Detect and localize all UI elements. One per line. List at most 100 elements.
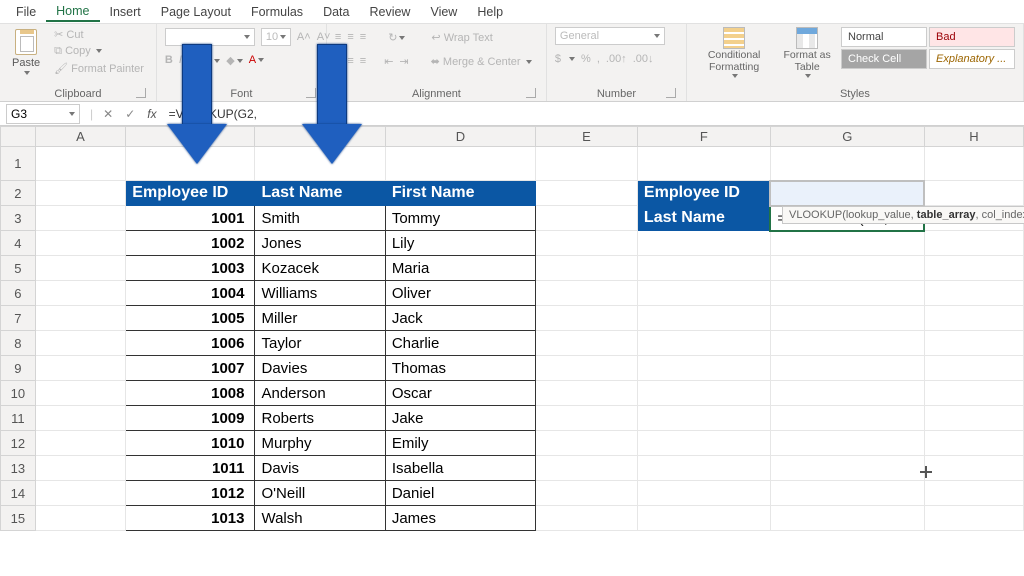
col-G[interactable]: G [770, 127, 924, 147]
number-format-select[interactable]: General [555, 27, 665, 45]
style-normal[interactable]: Normal [841, 27, 927, 47]
cell-C14[interactable]: O'Neill [255, 481, 385, 506]
cell-C10[interactable]: Anderson [255, 381, 385, 406]
cell-G12[interactable] [770, 431, 924, 456]
spreadsheet-grid[interactable]: A B C D E F G H 12Employee IDLast NameFi… [0, 126, 1024, 576]
cell-E4[interactable] [536, 231, 638, 256]
copy-button[interactable]: ⧉ Copy [50, 44, 148, 59]
row-header-6[interactable]: 6 [1, 281, 36, 306]
row-header-5[interactable]: 5 [1, 256, 36, 281]
cell-D5[interactable]: Maria [385, 256, 535, 281]
cell-E10[interactable] [536, 381, 638, 406]
cell-H12[interactable] [924, 431, 1023, 456]
paste-button[interactable]: Paste [8, 27, 44, 77]
cell-B7[interactable]: 1005 [126, 306, 255, 331]
cell-H5[interactable] [924, 256, 1023, 281]
cell-C2[interactable]: Last Name [255, 181, 385, 206]
bold-button[interactable]: B [165, 54, 173, 66]
orientation-icon[interactable]: ↻ [388, 31, 405, 44]
cell-A6[interactable] [35, 281, 126, 306]
cell-E9[interactable] [536, 356, 638, 381]
cell-F15[interactable] [637, 506, 770, 531]
cell-A7[interactable] [35, 306, 126, 331]
col-F[interactable]: F [637, 127, 770, 147]
cell-G10[interactable] [770, 381, 924, 406]
cell-E11[interactable] [536, 406, 638, 431]
format-as-table-button[interactable]: Format as Table [779, 27, 835, 78]
cell-H4[interactable] [924, 231, 1023, 256]
row-header-14[interactable]: 14 [1, 481, 36, 506]
cell-C13[interactable]: Davis [255, 456, 385, 481]
row-header-2[interactable]: 2 [1, 181, 36, 206]
font-color-button[interactable]: A [249, 54, 264, 66]
cell-B13[interactable]: 1011 [126, 456, 255, 481]
cell-H14[interactable] [924, 481, 1023, 506]
cell-D14[interactable]: Daniel [385, 481, 535, 506]
dialog-launcher-icon[interactable] [136, 88, 146, 98]
cell-H10[interactable] [924, 381, 1023, 406]
cell-B8[interactable]: 1006 [126, 331, 255, 356]
conditional-formatting-button[interactable]: Conditional Formatting [695, 27, 773, 78]
cell-E6[interactable] [536, 281, 638, 306]
row-header-7[interactable]: 7 [1, 306, 36, 331]
cell-A8[interactable] [35, 331, 126, 356]
tab-page-layout[interactable]: Page Layout [151, 2, 241, 21]
cell-E14[interactable] [536, 481, 638, 506]
cell-G9[interactable] [770, 356, 924, 381]
row-header-11[interactable]: 11 [1, 406, 36, 431]
cell-B14[interactable]: 1012 [126, 481, 255, 506]
cell-H13[interactable] [924, 456, 1023, 481]
cell-C12[interactable]: Murphy [255, 431, 385, 456]
cell-D15[interactable]: James [385, 506, 535, 531]
cell-F9[interactable] [637, 356, 770, 381]
merge-center-button[interactable]: ⬌ Merge & Center [431, 55, 532, 68]
cell-H1[interactable] [924, 147, 1023, 181]
cell-F7[interactable] [637, 306, 770, 331]
cell-C15[interactable]: Walsh [255, 506, 385, 531]
decrease-decimal-button[interactable]: .00↓ [633, 53, 654, 65]
cell-B3[interactable]: 1001 [126, 206, 255, 231]
cell-B9[interactable]: 1007 [126, 356, 255, 381]
percent-button[interactable]: % [581, 53, 591, 65]
tab-data[interactable]: Data [313, 2, 359, 21]
cell-D11[interactable]: Jake [385, 406, 535, 431]
cell-F6[interactable] [637, 281, 770, 306]
tab-help[interactable]: Help [467, 2, 513, 21]
cell-F11[interactable] [637, 406, 770, 431]
cell-G5[interactable] [770, 256, 924, 281]
cell-G13[interactable] [770, 456, 924, 481]
increase-decimal-button[interactable]: .00↑ [606, 53, 627, 65]
cell-D9[interactable]: Thomas [385, 356, 535, 381]
cell-A9[interactable] [35, 356, 126, 381]
row-header-15[interactable]: 15 [1, 506, 36, 531]
cell-D3[interactable]: Tommy [385, 206, 535, 231]
cell-G14[interactable] [770, 481, 924, 506]
cell-F5[interactable] [637, 256, 770, 281]
tab-review[interactable]: Review [359, 2, 420, 21]
tab-home[interactable]: Home [46, 1, 99, 22]
style-explanatory[interactable]: Explanatory ... [929, 49, 1015, 69]
cell-G11[interactable] [770, 406, 924, 431]
cell-B4[interactable]: 1002 [126, 231, 255, 256]
cell-F3[interactable]: Last Name [637, 206, 770, 231]
decrease-indent-icon[interactable]: ⇤ [384, 55, 393, 68]
cell-H9[interactable] [924, 356, 1023, 381]
cell-H6[interactable] [924, 281, 1023, 306]
cell-D12[interactable]: Emily [385, 431, 535, 456]
cell-D4[interactable]: Lily [385, 231, 535, 256]
cell-H7[interactable] [924, 306, 1023, 331]
cell-A1[interactable] [35, 147, 126, 181]
cell-F4[interactable] [637, 231, 770, 256]
cancel-formula-button[interactable]: ✕ [97, 107, 119, 121]
cell-G1[interactable] [770, 147, 924, 181]
cut-button[interactable]: ✂ Cut [50, 27, 148, 42]
format-painter-button[interactable]: 🖌 Format Painter [50, 61, 148, 76]
cell-C6[interactable]: Williams [255, 281, 385, 306]
cell-A5[interactable] [35, 256, 126, 281]
cell-G2[interactable] [770, 181, 924, 206]
wrap-text-button[interactable]: ↩ Wrap Text [431, 31, 492, 44]
row-header-10[interactable]: 10 [1, 381, 36, 406]
align-top-icon[interactable]: ≡ [335, 31, 341, 43]
cell-F2[interactable]: Employee ID [637, 181, 770, 206]
row-header-9[interactable]: 9 [1, 356, 36, 381]
